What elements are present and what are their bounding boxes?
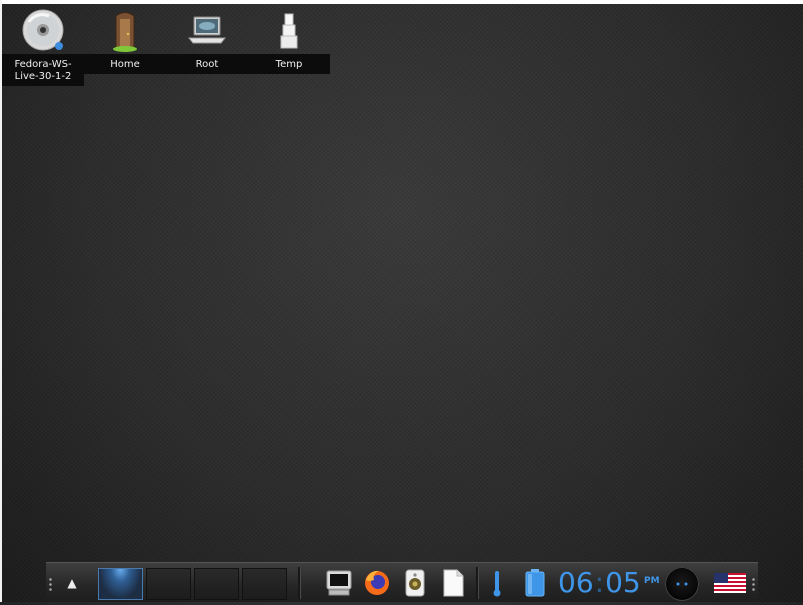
desktop-pager	[98, 568, 287, 600]
taskbar-separator	[476, 567, 479, 599]
taskbar: ▲ 06:05 PM	[46, 562, 758, 602]
taskbar-right-grip[interactable]	[752, 577, 755, 591]
system-monitor-orb-icon[interactable]	[665, 567, 699, 601]
orb-eyes-icon	[676, 582, 688, 586]
boxes-icon	[280, 13, 298, 49]
screen-top-border	[0, 0, 803, 4]
clock-colon: :	[594, 566, 605, 599]
desktop-icon-label-line1: Fedora-WS-	[14, 59, 72, 70]
clock-minutes: 05	[605, 566, 641, 599]
chevron-up-icon[interactable]: ▲	[60, 571, 84, 595]
desktop-icon-label: Home	[84, 54, 166, 74]
virtual-desktop-3[interactable]	[194, 568, 239, 600]
desktop-icon-label: Temp	[248, 54, 330, 74]
virtual-desktop-4[interactable]	[242, 568, 287, 600]
desktop-icon-label: Root	[166, 54, 248, 74]
screen-left-border	[0, 0, 2, 602]
taskbar-separator	[298, 567, 301, 599]
terminal-icon[interactable]	[324, 568, 354, 598]
speaker-icon[interactable]	[400, 568, 430, 598]
battery-icon[interactable]	[520, 568, 550, 598]
virtual-desktop-2[interactable]	[146, 568, 191, 600]
desktop-icon-label-line2: Live-30-1-2	[14, 71, 72, 82]
desktop-icon-home[interactable]: Home	[84, 8, 166, 74]
clock-ampm: PM	[644, 576, 660, 586]
thermometer-icon[interactable]	[482, 568, 512, 598]
virtual-desktop-1[interactable]	[98, 568, 143, 600]
door-icon	[113, 12, 137, 52]
desktop-icon-fedora-live[interactable]: Fedora-WS- Live-30-1-2	[2, 8, 84, 86]
cd-disc-icon	[22, 9, 64, 51]
desktop-icon-root[interactable]: Root	[166, 8, 248, 74]
desktop-icon-temp[interactable]: Temp	[248, 8, 330, 74]
taskbar-left-grip[interactable]	[49, 577, 52, 591]
clock[interactable]: 06:05	[558, 566, 641, 600]
firefox-icon[interactable]	[362, 568, 392, 598]
us-flag-icon[interactable]	[714, 573, 746, 593]
laptop-icon	[187, 16, 227, 44]
document-icon[interactable]	[438, 568, 468, 598]
clock-hours: 06	[558, 566, 594, 599]
